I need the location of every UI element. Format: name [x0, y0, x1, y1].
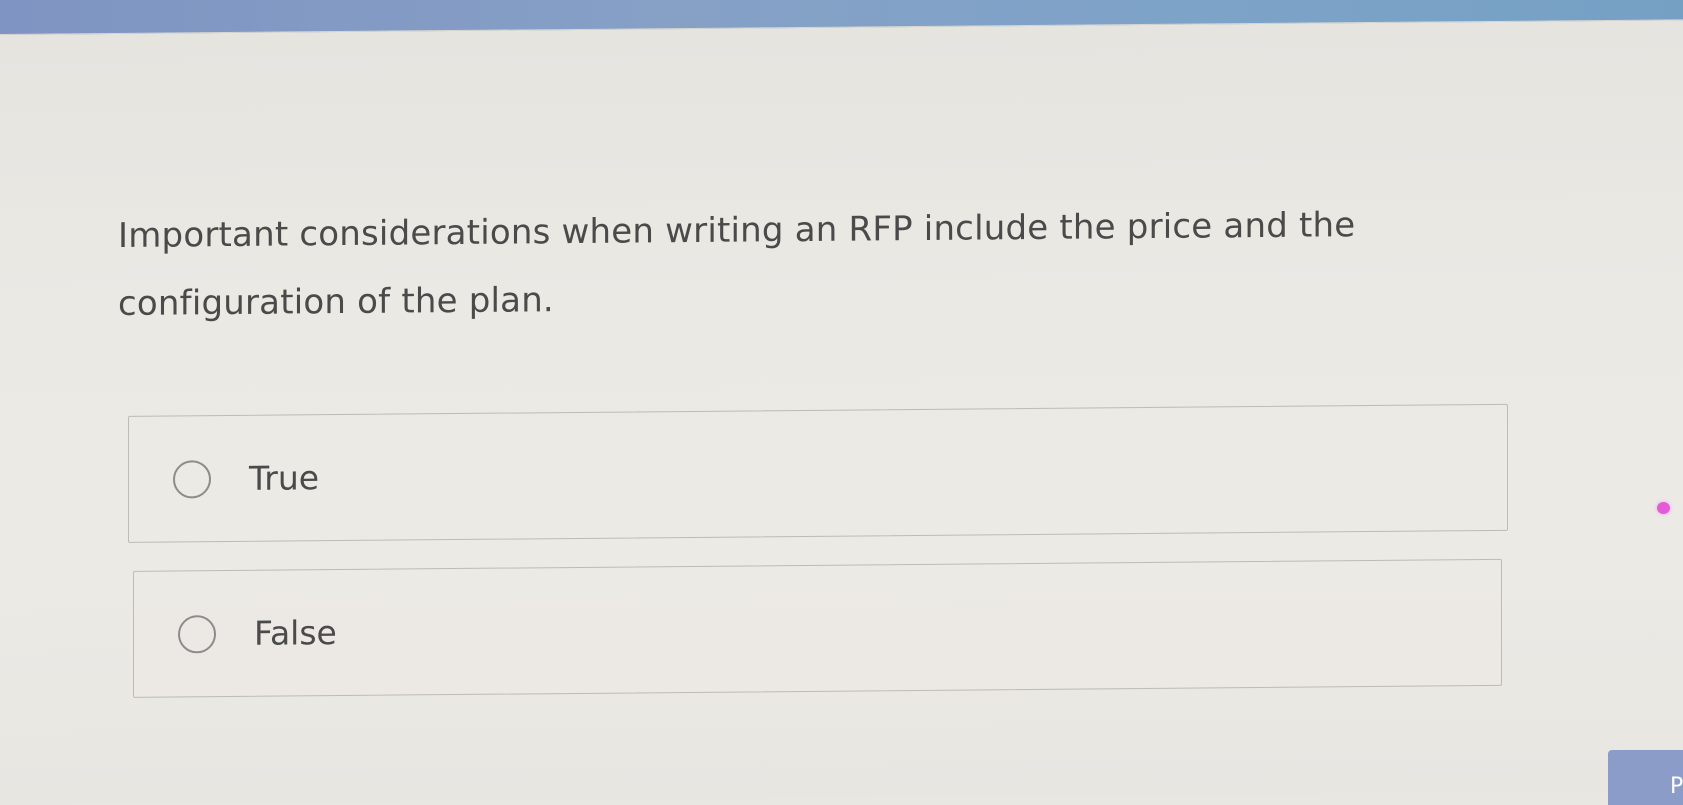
next-button[interactable]: P [1608, 750, 1683, 805]
answer-option-true[interactable]: True [128, 403, 1508, 543]
option-label: True [249, 458, 320, 498]
radio-button-icon[interactable] [173, 459, 211, 498]
answer-option-false[interactable]: False [133, 558, 1502, 698]
radio-button-icon[interactable] [178, 614, 216, 653]
question-text: Important considerations when writing an… [118, 205, 1356, 324]
quiz-screen: Important considerations when writing an… [0, 19, 1683, 805]
screen-glare-dot [1657, 502, 1670, 514]
option-label: False [254, 613, 337, 653]
